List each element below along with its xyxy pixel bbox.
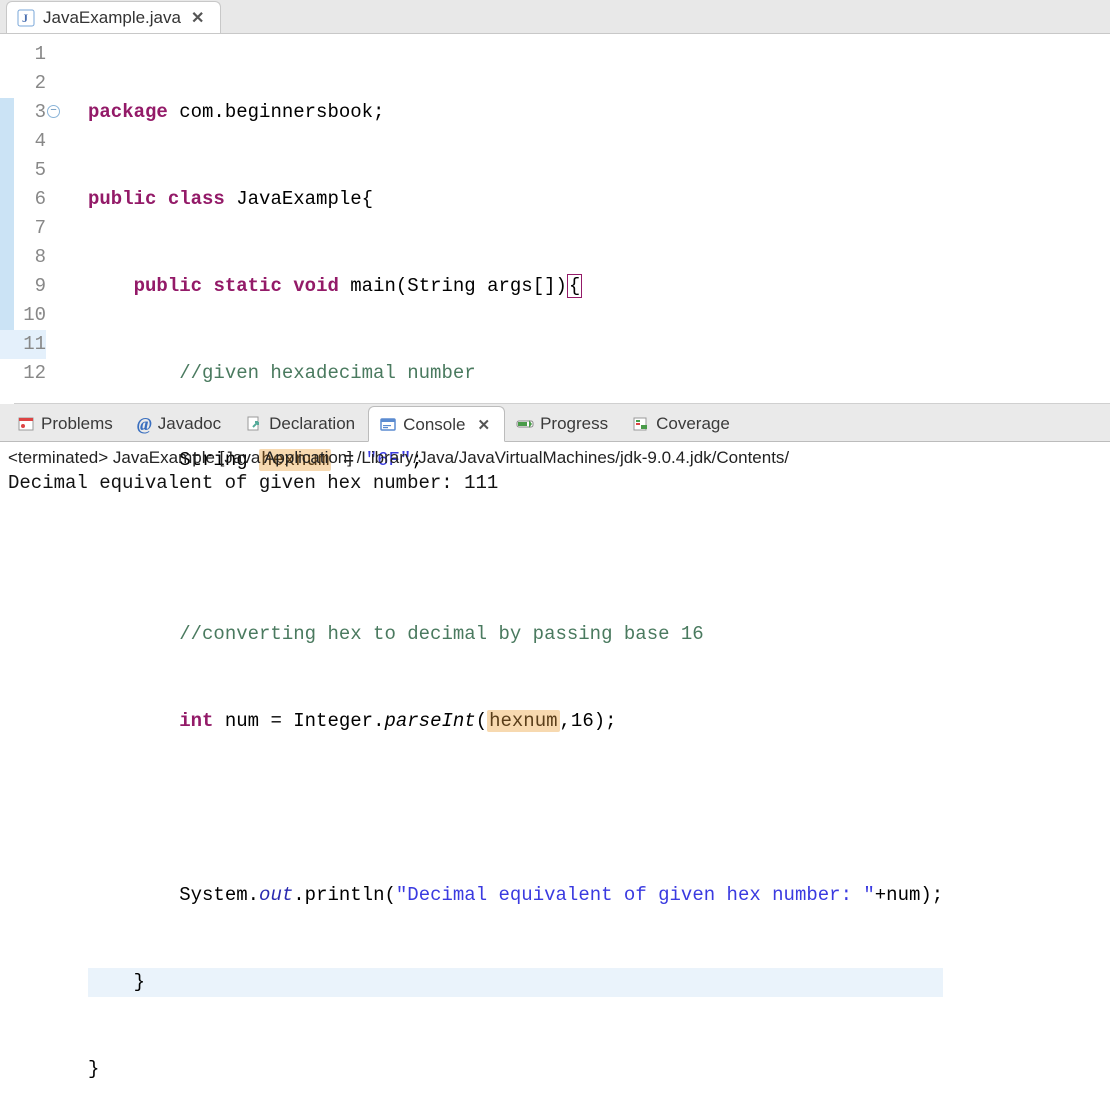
code-text: ,16);: [560, 710, 617, 732]
code-text: +num);: [875, 884, 943, 906]
string-literal: "Decimal equivalent of given hex number:…: [396, 884, 875, 906]
comment: //converting hex to decimal by passing b…: [179, 623, 704, 645]
tab-declaration[interactable]: Declaration: [234, 405, 368, 441]
fold-collapse-icon[interactable]: −: [47, 105, 60, 118]
line-number: 6: [0, 185, 46, 214]
line-number: 9: [0, 272, 46, 301]
javadoc-icon: @: [137, 414, 152, 435]
code-line: }: [88, 968, 943, 997]
code-text: (: [476, 710, 487, 732]
keyword: package: [88, 101, 168, 123]
declaration-icon: [245, 415, 263, 433]
code-line: package com.beginnersbook;: [88, 98, 943, 127]
line-number: 4: [0, 127, 46, 156]
tab-console[interactable]: Console ✕: [368, 406, 505, 442]
java-file-icon: J: [17, 9, 35, 27]
line-number: 2: [0, 69, 46, 98]
close-icon[interactable]: ✕: [189, 8, 206, 28]
comment: //given hexadecimal number: [179, 362, 475, 384]
code-line: //given hexadecimal number: [88, 359, 943, 388]
code-line: [88, 794, 943, 823]
line-number: 8: [0, 243, 46, 272]
close-icon[interactable]: ✕: [476, 416, 493, 434]
editor-tab-label: JavaExample.java: [43, 8, 181, 28]
line-number-gutter: 1 2 3− 4 5 6 7 8 9 10 11 12: [0, 34, 64, 403]
code-line: public static void main(String args[]){: [88, 272, 943, 301]
code-text: System.: [179, 884, 259, 906]
tab-label: Problems: [41, 414, 113, 434]
code-text: }: [88, 1058, 99, 1080]
line-number: 1: [0, 40, 46, 69]
matched-brace: {: [567, 274, 582, 298]
line-number: 10: [0, 301, 46, 330]
static-method: parseInt: [384, 710, 475, 732]
coverage-icon: [632, 415, 650, 433]
code-text: com.beginnersbook;: [168, 101, 385, 123]
line-number: 12: [0, 359, 46, 388]
console-icon: [379, 416, 397, 434]
keyword: static: [213, 275, 281, 297]
code-line: int num = Integer.parseInt(hexnum,16);: [88, 707, 943, 736]
line-number: 7: [0, 214, 46, 243]
code-text: num = Integer.: [213, 710, 384, 732]
svg-text:J: J: [22, 11, 28, 25]
tab-label: Coverage: [656, 414, 730, 434]
progress-icon: [516, 415, 534, 433]
code-line: //converting hex to decimal by passing b…: [88, 620, 943, 649]
code-text: }: [134, 971, 145, 993]
code-content[interactable]: package com.beginnersbook; public class …: [64, 34, 943, 403]
static-field: out: [259, 884, 293, 906]
tab-label: Progress: [540, 414, 608, 434]
line-number: 5: [0, 156, 46, 185]
highlighted-identifier: hexnum: [487, 710, 559, 732]
keyword: class: [168, 188, 225, 210]
tab-coverage[interactable]: Coverage: [621, 405, 743, 441]
keyword: void: [293, 275, 339, 297]
tab-progress[interactable]: Progress: [505, 405, 621, 441]
tab-label: Javadoc: [158, 414, 221, 434]
problems-icon: [17, 415, 35, 433]
tab-label: Declaration: [269, 414, 355, 434]
tab-javadoc[interactable]: @ Javadoc: [126, 405, 234, 441]
tab-label: Console: [403, 415, 465, 435]
code-editor[interactable]: 1 2 3− 4 5 6 7 8 9 10 11 12 package com.…: [0, 34, 1110, 404]
keyword: public: [134, 275, 202, 297]
code-line: public class JavaExample{: [88, 185, 943, 214]
keyword: int: [179, 710, 213, 732]
tab-problems[interactable]: Problems: [6, 405, 126, 441]
editor-tab-javaexample[interactable]: J JavaExample.java ✕: [6, 1, 221, 33]
line-number: 3−: [0, 98, 46, 127]
keyword: public: [88, 188, 156, 210]
code-line: System.out.println("Decimal equivalent o…: [88, 881, 943, 910]
line-number-text: 3: [35, 101, 46, 123]
code-line: [88, 533, 943, 562]
code-text: .println(: [293, 884, 396, 906]
line-number: 11: [0, 330, 46, 359]
code-line: }: [88, 1055, 943, 1084]
editor-tab-bar: J JavaExample.java ✕: [0, 0, 1110, 34]
code-text: JavaExample{: [225, 188, 373, 210]
bottom-view-tab-bar: Problems @ Javadoc Declaration Console ✕…: [0, 404, 1110, 442]
code-text: main(String args[]): [339, 275, 567, 297]
